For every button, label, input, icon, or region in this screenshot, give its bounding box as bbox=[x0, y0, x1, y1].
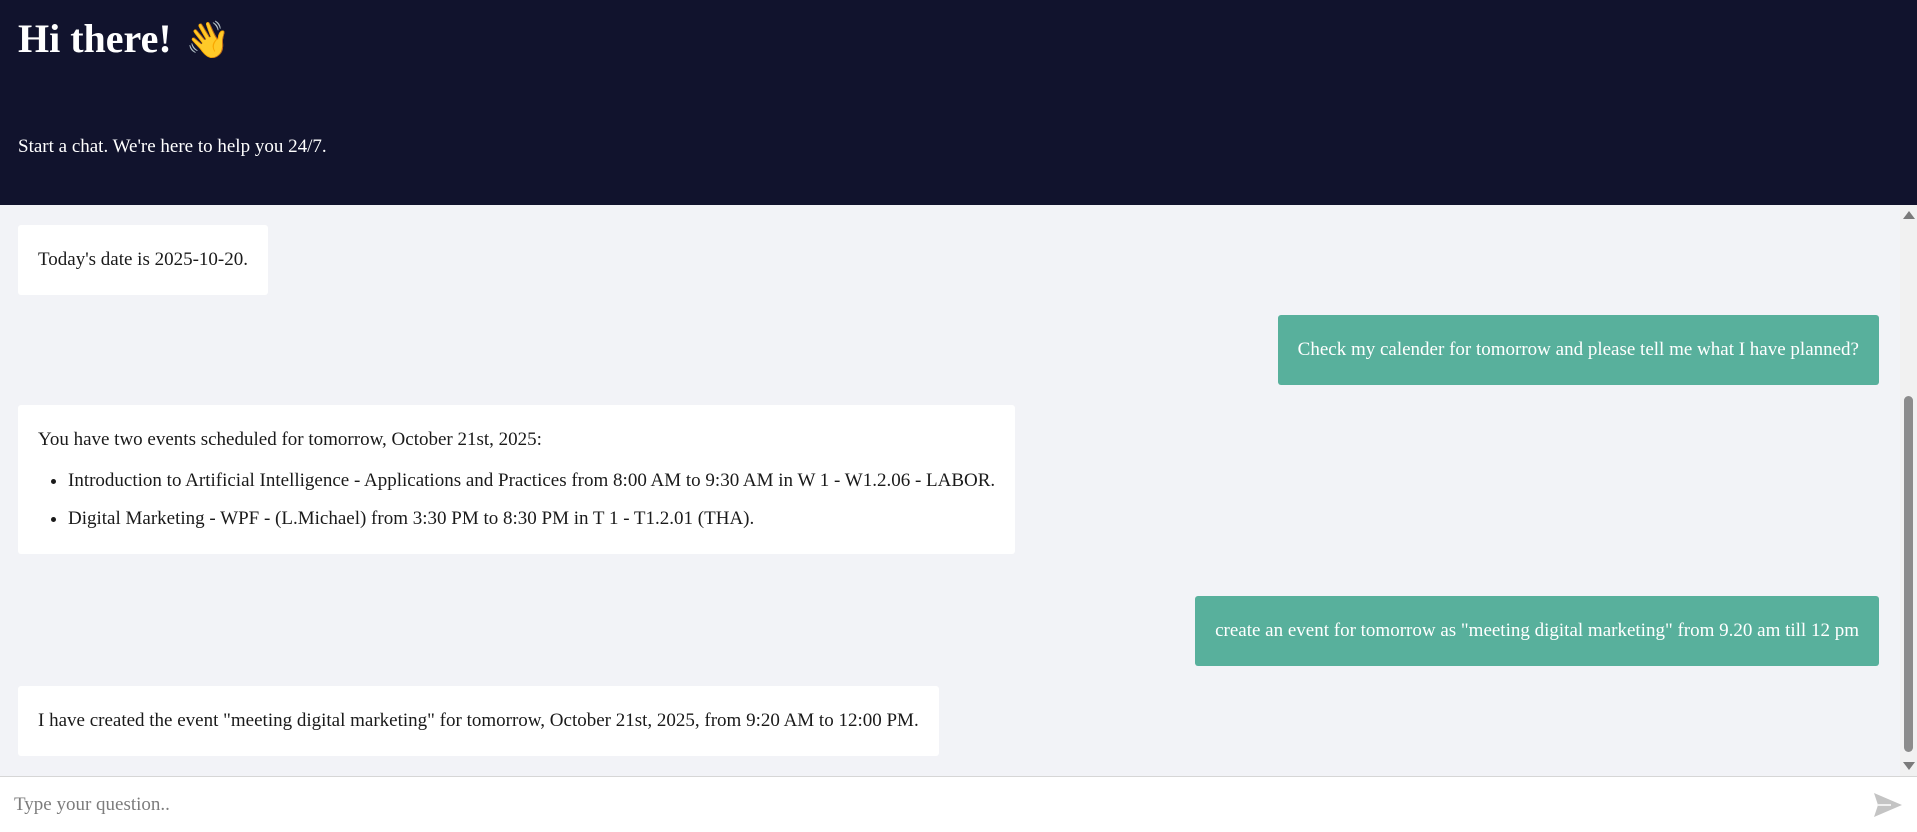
bot-message: Today's date is 2025-10-20. bbox=[18, 225, 269, 295]
header-title-text: Hi there! bbox=[18, 16, 172, 61]
message-scrollbar[interactable] bbox=[1900, 205, 1917, 776]
bot-message-text: Today's date is 2025-10-20. bbox=[38, 249, 249, 270]
header-subtitle: Start a chat. We're here to help you 24/… bbox=[18, 136, 327, 157]
scroll-down-arrow-icon[interactable] bbox=[1903, 762, 1915, 770]
scrollbar-thumb[interactable] bbox=[1904, 396, 1913, 752]
event-list: Introduction to Artificial Intelligence … bbox=[38, 470, 995, 530]
user-message: create an event for tomorrow as "meeting… bbox=[1195, 596, 1879, 666]
bot-message: I have created the event "meeting digita… bbox=[18, 686, 939, 756]
bot-message: You have two events scheduled for tomorr… bbox=[18, 405, 1016, 554]
user-message-text: create an event for tomorrow as "meeting… bbox=[1215, 620, 1859, 641]
user-message-text: Check my calender for tomorrow and pleas… bbox=[1297, 339, 1859, 360]
send-button[interactable] bbox=[1873, 792, 1903, 818]
chat-header: Hi there! 👋 Start a chat. We're here to h… bbox=[0, 0, 1917, 205]
user-message: Check my calender for tomorrow and pleas… bbox=[1277, 315, 1879, 385]
question-input[interactable] bbox=[12, 787, 1866, 823]
header-title: Hi there! 👋 bbox=[18, 16, 230, 64]
send-icon bbox=[1874, 793, 1902, 817]
bot-message-text: You have two events scheduled for tomorr… bbox=[38, 429, 542, 450]
bot-message-text: I have created the event "meeting digita… bbox=[38, 710, 919, 731]
wave-emoji-icon: 👋 bbox=[185, 20, 231, 61]
message-list: Today's date is 2025-10-20. Check my cal… bbox=[0, 205, 1900, 776]
scroll-up-arrow-icon[interactable] bbox=[1903, 211, 1915, 219]
event-list-item: Digital Marketing - WPF - (L.Michael) fr… bbox=[68, 508, 995, 530]
event-list-item: Introduction to Artificial Intelligence … bbox=[68, 470, 995, 492]
chat-input-bar bbox=[0, 776, 1917, 832]
